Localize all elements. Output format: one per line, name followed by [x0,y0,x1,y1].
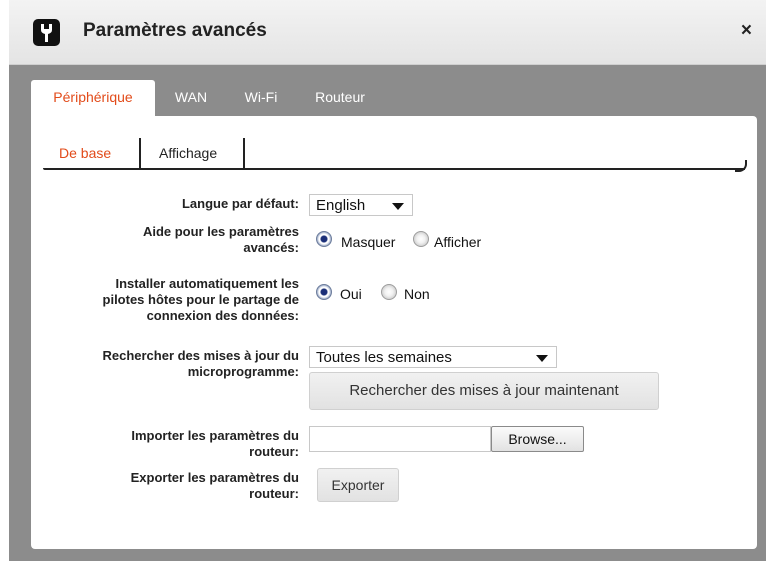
close-icon[interactable]: × [741,20,752,42]
tab-routeur[interactable]: Routeur [301,80,379,116]
help-label-line2: avancés: [243,240,299,255]
subtab-affichage[interactable]: Affichage [159,138,235,170]
drivers-label: Installer automatiquement les pilotes hô… [103,276,299,324]
language-select-value: English [316,197,366,214]
drivers-option-oui[interactable]: Oui [340,286,362,302]
help-radio-masquer[interactable] [316,231,332,247]
import-label-line2: routeur: [249,444,299,459]
wrench-icon [33,19,60,46]
export-label: Exporter les paramètres du routeur: [131,470,299,502]
tab-wan[interactable]: WAN [161,80,221,116]
browse-button[interactable]: Browse... [491,426,584,452]
subtab-divider [243,138,245,170]
import-file-input[interactable] [309,426,491,452]
chevron-down-icon [392,203,404,210]
subtab-bar: De base Affichage [31,116,757,172]
updates-label: Rechercher des mises à jour du microprog… [102,348,299,380]
tab-wifi[interactable]: Wi-Fi [233,80,289,116]
subtab-divider [139,138,141,170]
help-radio-afficher[interactable] [413,231,429,247]
updates-label-line1: Rechercher des mises à jour du [102,348,299,363]
dialog-titlebar: Paramètres avancés × [9,0,766,65]
tab-peripherique[interactable]: Périphérique [31,80,155,116]
subtab-de-base[interactable]: De base [59,138,131,170]
language-select[interactable]: English [309,194,413,216]
help-option-masquer[interactable]: Masquer [341,234,395,250]
updates-label-line2: microprogramme: [187,364,299,379]
export-label-line2: routeur: [249,486,299,501]
help-option-afficher[interactable]: Afficher [434,234,481,250]
import-label: Importer les paramètres du routeur: [131,428,299,460]
drivers-option-non[interactable]: Non [404,286,430,302]
help-label: Aide pour les paramètres avancés: [143,224,299,256]
check-updates-button[interactable]: Rechercher des mises à jour maintenant [309,372,659,410]
drivers-radio-non[interactable] [381,284,397,300]
update-frequency-value: Toutes les semaines [316,349,452,366]
drivers-radio-oui[interactable] [316,284,332,300]
drivers-label-line2: pilotes hôtes pour le partage de [102,292,299,307]
import-label-line1: Importer les paramètres du [131,428,299,443]
subtab-underline [43,168,745,170]
drivers-label-line3: connexion des données: [146,308,299,323]
dialog-title: Paramètres avancés [83,20,267,41]
settings-panel: De base Affichage Langue par défaut: Eng… [31,116,757,549]
subtab-underline-corner [735,160,747,172]
export-label-line1: Exporter les paramètres du [130,470,299,485]
export-button[interactable]: Exporter [317,468,399,502]
update-frequency-select[interactable]: Toutes les semaines [309,346,557,368]
advanced-settings-dialog: Paramètres avancés × Périphérique WAN Wi… [9,0,766,561]
drivers-label-line1: Installer automatiquement les [115,276,300,291]
help-label-line1: Aide pour les paramètres [142,224,299,239]
chevron-down-icon [536,355,548,362]
language-label: Langue par défaut: [181,196,299,211]
